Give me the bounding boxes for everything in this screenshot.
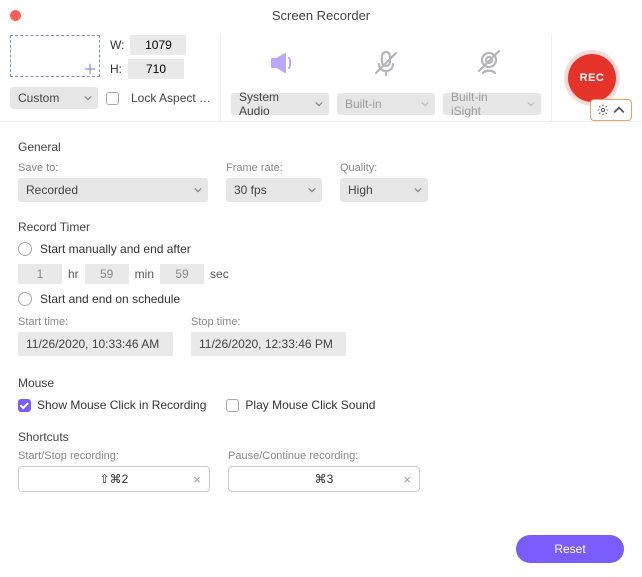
system-audio-select[interactable]: System Audio (231, 93, 329, 115)
lock-aspect-label: Lock Aspect R… (131, 91, 217, 105)
chevron-down-icon (527, 100, 535, 108)
startstop-shortcut-input[interactable]: ⇧⌘2 × (18, 466, 210, 492)
reset-button[interactable]: Reset (516, 535, 624, 563)
capture-region-preview[interactable] (10, 35, 100, 77)
lock-aspect-checkbox[interactable] (106, 92, 119, 105)
minutes-input[interactable] (85, 264, 129, 284)
width-label: W: (110, 38, 124, 52)
section-timer-heading: Record Timer (18, 220, 624, 234)
chevron-down-icon (308, 186, 316, 194)
start-time-input[interactable] (18, 332, 173, 356)
section-shortcuts-heading: Shortcuts (18, 430, 624, 444)
start-time-label: Start time: (18, 316, 173, 328)
titlebar: Screen Recorder (0, 0, 642, 30)
toolbar: W: H: Custom Lock Aspect R… (0, 30, 642, 122)
chevron-down-icon (421, 100, 429, 108)
pause-shortcut-input[interactable]: ⌘3 × (228, 466, 420, 492)
save-to-label: Save to: (18, 162, 208, 174)
timer-manual-label: Start manually and end after (40, 242, 191, 256)
clear-shortcut-icon[interactable]: × (403, 472, 411, 487)
width-input[interactable] (130, 35, 186, 55)
seconds-input[interactable] (160, 264, 204, 284)
chevron-down-icon (315, 100, 323, 108)
stop-time-label: Stop time: (191, 316, 346, 328)
section-mouse-heading: Mouse (18, 376, 624, 390)
hours-input[interactable] (18, 264, 62, 284)
microphone-select[interactable]: Built-in (337, 93, 435, 115)
chevron-down-icon (194, 186, 202, 194)
framerate-label: Frame rate: (226, 162, 322, 174)
window-close-button[interactable] (10, 10, 21, 21)
timer-schedule-label: Start and end on schedule (40, 292, 180, 306)
region-preset-select[interactable]: Custom (10, 87, 98, 109)
microphone-off-icon[interactable] (370, 47, 402, 79)
quality-label: Quality: (340, 162, 428, 174)
quality-select[interactable]: High (340, 178, 428, 202)
crosshair-icon (84, 63, 96, 75)
record-button[interactable]: REC (568, 54, 616, 102)
show-clicks-label: Show Mouse Click in Recording (37, 398, 206, 412)
timer-manual-radio[interactable] (18, 242, 32, 256)
camera-off-icon[interactable] (473, 47, 505, 79)
height-label: H: (110, 62, 122, 76)
play-sound-label: Play Mouse Click Sound (245, 398, 375, 412)
chevron-down-icon (414, 186, 422, 194)
height-input[interactable] (128, 59, 184, 79)
startstop-shortcut-label: Start/Stop recording: (18, 450, 210, 462)
pause-shortcut-label: Pause/Continue recording: (228, 450, 420, 462)
window-title: Screen Recorder (272, 8, 370, 23)
play-sound-checkbox[interactable] (226, 399, 239, 412)
chevron-up-icon (613, 104, 625, 116)
stop-time-input[interactable] (191, 332, 346, 356)
show-clicks-checkbox[interactable] (18, 399, 31, 412)
camera-select[interactable]: Built-in iSight (443, 93, 541, 115)
clear-shortcut-icon[interactable]: × (193, 472, 201, 487)
timer-schedule-radio[interactable] (18, 292, 32, 306)
speaker-icon[interactable] (267, 47, 299, 79)
chevron-down-icon (84, 94, 92, 102)
settings-toggle-button[interactable] (590, 99, 632, 121)
section-general-heading: General (18, 140, 624, 154)
gear-icon (597, 104, 609, 116)
framerate-select[interactable]: 30 fps (226, 178, 322, 202)
save-to-select[interactable]: Recorded (18, 178, 208, 202)
